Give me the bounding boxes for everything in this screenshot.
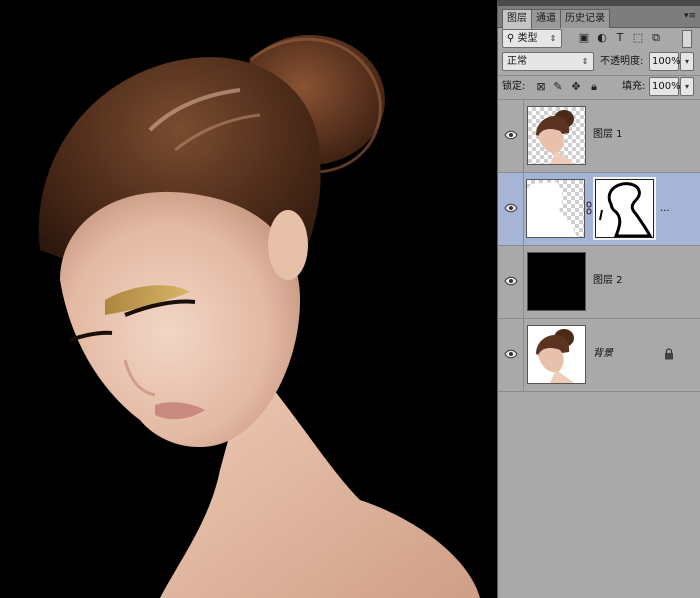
type-filter-icon[interactable]: T (613, 31, 627, 45)
image-filter-icon[interactable]: ▣ (577, 31, 591, 45)
lock-label: 锁定: (502, 81, 526, 92)
eye-icon (504, 276, 518, 286)
visibility-toggle[interactable] (498, 246, 524, 318)
layer-row-background[interactable]: 背景 (498, 319, 700, 392)
panel-grip[interactable] (498, 0, 700, 6)
opacity-label: 不透明度: (600, 56, 644, 67)
visibility-toggle[interactable] (498, 100, 524, 172)
layer-name[interactable]: 背景 (593, 347, 613, 361)
fill-label: 填充: (622, 81, 646, 92)
chevron-down-icon: ▾ (684, 82, 689, 91)
layer-name[interactable]: 图层 2 (593, 274, 623, 288)
adjustment-filter-icon[interactable]: ◐ (595, 31, 609, 45)
visibility-toggle[interactable] (498, 173, 524, 245)
eye-icon (504, 203, 518, 213)
layer-mask-thumbnail[interactable] (593, 177, 656, 240)
blend-mode-value: 正常 (507, 56, 527, 67)
layer-thumbnail[interactable] (527, 252, 586, 311)
filter-kind-select[interactable]: ⚲ 类型 ⇕ (502, 29, 562, 48)
lock-position-icon[interactable]: ✥ (569, 80, 583, 94)
layer-thumbnail[interactable] (526, 179, 585, 238)
select-arrows-icon: ⇕ (581, 57, 589, 66)
fill-dropdown-button[interactable]: ▾ (680, 77, 694, 96)
layers-panel: 图层 通道 历史记录 ▾≡ ⚲ 类型 ⇕ ▣ ◐ T ⬚ ⧉ 正常 ⇕ 不透明度… (497, 0, 700, 598)
filter-toggle-icon[interactable] (682, 30, 692, 48)
tab-layers[interactable]: 图层 (502, 9, 532, 29)
blend-opacity-row: 正常 ⇕ 不透明度: 100% ▾ (498, 52, 700, 74)
visibility-toggle[interactable] (498, 319, 524, 391)
more-indicator: ... (660, 203, 670, 214)
blend-mode-select[interactable]: 正常 ⇕ (502, 52, 594, 71)
lock-image-icon[interactable]: ✎ (551, 80, 565, 94)
divider (498, 75, 700, 76)
layer-thumbnail[interactable] (527, 325, 586, 384)
tab-channels[interactable]: 通道 (531, 9, 561, 28)
layer-name[interactable]: 图层 1 (593, 128, 623, 142)
outline-mask-icon (596, 180, 653, 237)
document-canvas[interactable] (0, 0, 497, 598)
lock-icon (665, 348, 673, 360)
portrait-thumbnail (536, 329, 574, 383)
fill-input[interactable]: 100% (649, 77, 681, 96)
layer-filter-row: ⚲ 类型 ⇕ ▣ ◐ T ⬚ ⧉ (498, 29, 700, 51)
lock-all-icon[interactable]: 🔒︎ (587, 80, 601, 94)
shape-filter-icon[interactable]: ⬚ (631, 31, 645, 45)
select-arrows-icon: ⇕ (549, 34, 557, 43)
layer-row-2[interactable]: 图层 2 (498, 246, 700, 319)
filter-kind-value: 类型 (517, 33, 538, 44)
layers-list-empty-area[interactable] (498, 392, 700, 598)
layer-thumbnail[interactable] (527, 106, 586, 165)
chevron-down-icon: ▾ (684, 57, 689, 66)
panel-tab-bar: 图层 通道 历史记录 ▾≡ (498, 0, 700, 29)
white-shape-thumbnail (527, 182, 577, 237)
chain-link-icon[interactable] (586, 201, 592, 215)
search-icon: ⚲ (507, 33, 518, 44)
layer-row-masked[interactable]: ... (498, 173, 700, 246)
opacity-dropdown-button[interactable]: ▾ (680, 52, 694, 71)
opacity-input[interactable]: 100% (649, 52, 681, 71)
eye-icon (504, 349, 518, 359)
lock-fill-row: 锁定: ⊠ ✎ ✥ 🔒︎ 填充: 100% ▾ (498, 77, 700, 99)
smart-object-filter-icon[interactable]: ⧉ (649, 31, 663, 45)
portrait-thumbnail (536, 110, 574, 164)
eye-icon (504, 130, 518, 140)
portrait-photo (38, 35, 480, 598)
tab-history[interactable]: 历史记录 (560, 9, 610, 28)
lock-transparent-icon[interactable]: ⊠ (534, 80, 548, 94)
layer-row-1[interactable]: 图层 1 (498, 100, 700, 173)
panel-menu-icon[interactable]: ▾≡ (683, 10, 697, 22)
